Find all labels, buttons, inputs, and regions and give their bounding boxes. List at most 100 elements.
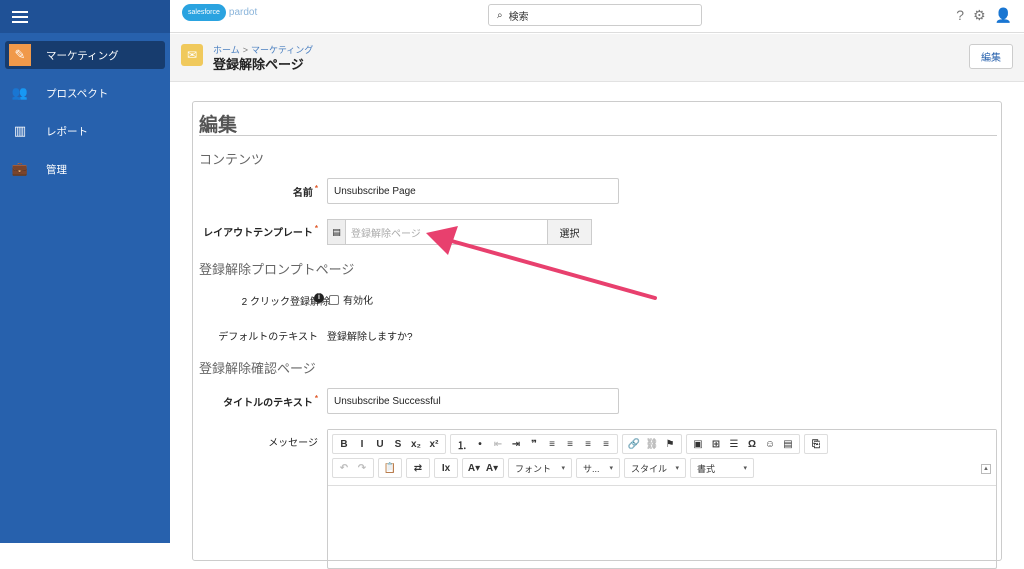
chevron-down-icon: ▾ xyxy=(561,465,565,472)
gear-icon[interactable]: ⚙ xyxy=(973,7,986,24)
page-header: ✉ ホーム > マーケティング 登録解除ページ 編集 xyxy=(170,34,1024,82)
divider xyxy=(199,135,997,136)
rich-text-editor: B I U Sx₂ x² ⒈ • ⇤ ⇥ ❞ ≡ ≡ ≡ ≡ 🔗 ⛓ ⚑ ▣ ⊞ ☰ Ω ☺ ▤ ⎘ ↶ ↷ 📋 ⇄ Ix A▾ A▾ フォ… xyxy=(327,429,997,569)
toolbar-group: B I U Sx₂ x² xyxy=(332,434,446,454)
help-icon[interactable]: ? xyxy=(956,7,964,24)
toolbar-button[interactable]: ▤ xyxy=(779,439,797,450)
toolbar-button[interactable]: ≡ xyxy=(579,439,597,450)
collapse-toolbar-button[interactable]: ▲ xyxy=(981,464,991,474)
salesforce-cloud-logo: salesforce xyxy=(182,4,226,21)
users-icon: 👥 xyxy=(11,85,29,100)
chevron-down-icon: ▾ xyxy=(743,465,747,472)
toolbar-dropdown[interactable]: 書式 ▾ xyxy=(690,458,754,478)
sidebar-item-reports[interactable]: ▥ レポート xyxy=(5,117,165,145)
name-label: 名前 * xyxy=(292,184,318,199)
two-click-enable[interactable]: 有効化 xyxy=(329,292,373,307)
editor-body[interactable] xyxy=(328,486,996,568)
chart-icon: ▥ xyxy=(13,123,27,138)
toolbar-group: ▣ ⊞ ☰ Ω ☺ ▤ xyxy=(686,434,800,454)
dropdown-label: 書式 xyxy=(697,463,716,474)
toolbar-group: 📋 xyxy=(378,458,402,478)
toolbar-button[interactable]: • xyxy=(471,439,489,450)
toolbar-button[interactable]: ⎘ xyxy=(807,439,825,450)
toolbar-button[interactable]: ↶ xyxy=(335,463,353,474)
toolbar-button[interactable]: ⒈ xyxy=(453,437,471,452)
toolbar-button[interactable]: x² xyxy=(425,439,443,450)
section-confirm: 登録解除確認ページ xyxy=(199,361,316,376)
toolbar-group: Ix xyxy=(434,458,458,478)
toolbar-button[interactable]: ▣ xyxy=(689,439,707,450)
toolbar-button[interactable]: ⇄ xyxy=(409,463,427,474)
section-content: コンテンツ xyxy=(199,152,265,167)
sidebar-item-prospects[interactable]: 👥 プロスペクト xyxy=(5,79,165,107)
sidebar-item-label: プロスペクト xyxy=(46,87,109,100)
form-heading: 編集 xyxy=(199,115,238,136)
sidebar-item-label: マーケティング xyxy=(46,49,119,62)
toolbar-dropdown[interactable]: スタイル ▾ xyxy=(624,458,686,478)
menu-icon[interactable] xyxy=(12,10,28,23)
sidebar-item-label: レポート xyxy=(46,125,88,138)
sidebar: ✎ マーケティング 👥 プロスペクト ▥ レポート 💼 管理 xyxy=(0,0,170,543)
layout-template-field: ▤ 登録解除ページ 選択 xyxy=(327,219,592,245)
toolbar-group: ↶ ↷ xyxy=(332,458,374,478)
search-icon: ⌕ xyxy=(497,9,503,21)
toolbar-button[interactable]: Ω xyxy=(743,439,761,450)
toolbar-button[interactable]: x₂ xyxy=(407,439,425,450)
toolbar-button[interactable]: A▾ xyxy=(465,463,483,474)
pardot-wordmark: pardot xyxy=(228,7,258,18)
toolbar-group: ⇄ xyxy=(406,458,430,478)
toolbar-button[interactable]: ≡ xyxy=(561,439,579,450)
toolbar-button[interactable]: ❞ xyxy=(525,439,543,450)
enable-checkbox[interactable] xyxy=(329,294,339,305)
edit-form-card: 編集 コンテンツ 名前 * Unsubscribe Page レイアウトテンプレー… xyxy=(192,101,1002,569)
toolbar-group: ⒈ • ⇤ ⇥ ❞ ≡ ≡ ≡ ≡ xyxy=(450,434,618,454)
info-icon[interactable]: i xyxy=(314,293,324,303)
select-button[interactable]: 選択 xyxy=(548,219,592,245)
toolbar-button[interactable]: ↷ xyxy=(353,463,371,474)
chevron-down-icon: ▾ xyxy=(675,465,679,472)
toolbar-button[interactable]: 📋 xyxy=(381,463,399,474)
layout-template-input[interactable]: 登録解除ページ xyxy=(346,219,548,245)
toolbar-group: 🔗 ⛓ ⚑ xyxy=(622,434,682,454)
sidebar-item-marketing[interactable]: ✎ マーケティング xyxy=(5,41,165,69)
section-prompt: 登録解除プロンプトページ xyxy=(199,262,355,277)
toolbar-button[interactable]: ☺ xyxy=(761,439,779,450)
toolbar-button[interactable]: U xyxy=(371,439,389,450)
toolbar-button[interactable]: ≡ xyxy=(597,439,615,450)
title-text-input[interactable]: Unsubscribe Successful xyxy=(327,388,619,414)
briefcase-icon: 💼 xyxy=(11,161,29,176)
toolbar-button[interactable]: ⇥ xyxy=(507,439,525,450)
toolbar-button[interactable]: B xyxy=(335,439,353,450)
edit-button[interactable]: 編集 xyxy=(969,44,1013,69)
pardot-logo[interactable]: salesforce pardot xyxy=(182,4,257,21)
editor-toolbar: B I U Sx₂ x² ⒈ • ⇤ ⇥ ❞ ≡ ≡ ≡ ≡ 🔗 ⛓ ⚑ ▣ ⊞ ☰ Ω ☺ ▤ ⎘ ↶ ↷ 📋 ⇄ Ix A▾ A▾ フォ… xyxy=(328,430,996,486)
title-text-label: タイトルのテキスト * xyxy=(223,394,318,409)
message-label: メッセージ xyxy=(268,438,318,449)
toolbar-button[interactable]: Ix xyxy=(437,463,455,474)
toolbar-dropdown[interactable]: サ... ▾ xyxy=(576,458,620,478)
name-input[interactable]: Unsubscribe Page xyxy=(327,178,619,204)
search-input[interactable]: ⌕ 検索 xyxy=(488,4,702,26)
search-placeholder: 検索 xyxy=(508,11,529,23)
user-icon[interactable]: 👤 xyxy=(995,7,1012,24)
toolbar-button[interactable]: I xyxy=(353,439,371,450)
dropdown-label: フォント xyxy=(515,463,552,474)
default-text-value: 登録解除しますか? xyxy=(327,332,413,343)
toolbar-button[interactable]: ≡ xyxy=(543,439,561,450)
toolbar-button[interactable]: ⊞ xyxy=(707,439,725,450)
toolbar-group: A▾ A▾ xyxy=(462,458,504,478)
page-title: 登録解除ページ xyxy=(213,57,304,72)
layout-template-label: レイアウトテンプレート * xyxy=(203,224,318,239)
toolbar-button[interactable]: ☰ xyxy=(725,439,743,450)
toolbar-button[interactable]: S xyxy=(389,439,407,450)
toolbar-group: ⎘ xyxy=(804,434,828,454)
sidebar-item-admin[interactable]: 💼 管理 xyxy=(5,155,165,183)
toolbar-button[interactable]: ⇤ xyxy=(489,439,507,450)
toolbar-button[interactable]: A▾ xyxy=(483,463,501,474)
toolbar-button[interactable]: ⛓ xyxy=(643,439,661,450)
enable-checkbox-label: 有効化 xyxy=(343,296,373,307)
sidebar-top xyxy=(0,0,170,33)
toolbar-dropdown[interactable]: フォント ▾ xyxy=(508,458,572,478)
toolbar-button[interactable]: ⚑ xyxy=(661,439,679,450)
toolbar-button[interactable]: 🔗 xyxy=(625,439,643,450)
